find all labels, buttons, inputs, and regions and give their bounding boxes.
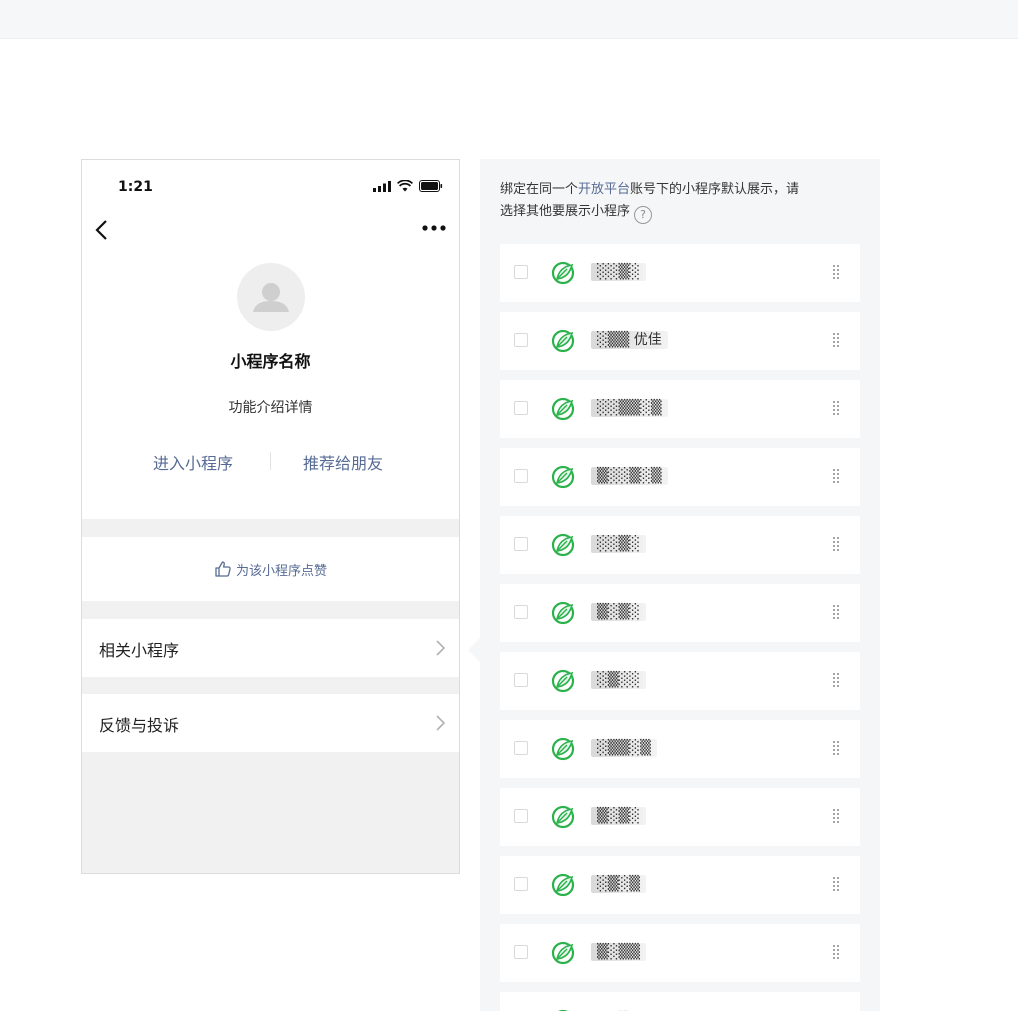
status-icons [373, 180, 443, 192]
app-leaf-icon [551, 805, 575, 829]
list-item[interactable]: ▒░▒░ [500, 788, 860, 846]
like-label: 为该小程序点赞 [235, 563, 327, 579]
app-leaf-icon [551, 873, 575, 897]
back-icon[interactable] [92, 218, 112, 242]
item-checkbox[interactable] [514, 469, 528, 483]
list-item[interactable]: ░▒▒░▒ [500, 720, 860, 778]
enter-mini-program-link[interactable]: 进入小程序 [153, 450, 233, 474]
app-leaf-icon [551, 261, 575, 285]
phone-preview: 1:21 小程序名称 功能介绍详情 进入小程序 推荐给朋友 为该小程序点赞 相关… [81, 159, 460, 874]
list-item[interactable]: ░░▒░ [500, 244, 860, 302]
mini-program-list: ░░▒░ ░▒▒ 优佳 ░░▒▒░▒ ▒░░▒░▒ ░░▒░ ▒░▒░ ░▒░░… [500, 244, 860, 1011]
signal-icon [373, 180, 391, 192]
top-bar [0, 0, 1018, 39]
item-checkbox[interactable] [514, 809, 528, 823]
avatar-icon [253, 283, 289, 312]
list-item[interactable]: ░▒░▒ [500, 856, 860, 914]
item-name: ░▒▒░▒ [591, 739, 657, 757]
item-checkbox[interactable] [514, 877, 528, 891]
drag-handle-icon[interactable] [832, 672, 840, 690]
list-item[interactable]: ▒░░▒░▒ [500, 448, 860, 506]
chevron-right-icon [436, 640, 445, 656]
related-mini-programs-row[interactable]: 相关小程序 [82, 619, 459, 677]
status-time: 1:21 [118, 179, 153, 195]
list-item[interactable]: ░▒▒ 优佳 [500, 312, 860, 370]
item-name: ▒░▒▒ [591, 943, 647, 961]
item-name: ░░▒░ [591, 263, 647, 281]
panel-notice: 绑定在同一个开放平台账号下的小程序默认展示，请 选择其他要展示小程序? [500, 179, 860, 224]
app-leaf-icon [551, 601, 575, 625]
item-checkbox[interactable] [514, 673, 528, 687]
wifi-icon [397, 180, 413, 192]
help-icon[interactable]: ? [634, 206, 653, 224]
chevron-right-icon [436, 715, 445, 731]
item-name: ░▒░░ [591, 671, 647, 689]
avatar [237, 263, 305, 331]
app-leaf-icon [551, 669, 575, 693]
thumb-up-icon [215, 561, 231, 577]
mini-program-name: 小程序名称 [230, 352, 311, 371]
app-leaf-icon [551, 329, 575, 353]
app-leaf-icon [551, 737, 575, 761]
notice-prefix: 绑定在同一个 [500, 182, 579, 197]
drag-handle-icon[interactable] [832, 604, 840, 622]
drag-handle-icon[interactable] [832, 332, 840, 350]
app-leaf-icon [551, 397, 575, 421]
item-name: ░░▒▒░▒ [591, 399, 668, 417]
battery-icon [419, 180, 443, 192]
list-item[interactable]: ░░▒░ [500, 516, 860, 574]
item-checkbox[interactable] [514, 401, 528, 415]
drag-handle-icon[interactable] [832, 536, 840, 554]
item-checkbox[interactable] [514, 605, 528, 619]
feedback-label: 反馈与投诉 [99, 716, 180, 735]
drag-handle-icon[interactable] [832, 400, 840, 418]
related-programs-panel: 绑定在同一个开放平台账号下的小程序默认展示，请 选择其他要展示小程序? ░░▒░… [480, 159, 880, 1011]
profile-card: 1:21 小程序名称 功能介绍详情 进入小程序 推荐给朋友 [82, 160, 459, 519]
item-checkbox[interactable] [514, 265, 528, 279]
item-checkbox[interactable] [514, 945, 528, 959]
feedback-complaint-row[interactable]: 反馈与投诉 [82, 694, 459, 752]
mini-program-description: 功能介绍详情 [228, 400, 313, 416]
notice-middle: 账号下的小程序默认展示，请 [630, 182, 800, 197]
item-name: ▒░▒░ [591, 603, 647, 621]
recommend-to-friend-link[interactable]: 推荐给朋友 [303, 450, 383, 474]
list-item[interactable]: ░▒░░ [500, 652, 860, 710]
more-icon[interactable] [421, 220, 447, 236]
app-leaf-icon [551, 465, 575, 489]
notice-line2: 选择其他要展示小程序 [500, 204, 631, 219]
drag-handle-icon[interactable] [832, 468, 840, 486]
item-checkbox[interactable] [514, 741, 528, 755]
drag-handle-icon[interactable] [832, 264, 840, 282]
drag-handle-icon[interactable] [832, 876, 840, 894]
item-name: ▒░░▒░▒ [591, 467, 668, 485]
like-button[interactable]: 为该小程序点赞 [82, 537, 459, 601]
panel-pointer-arrow [468, 638, 480, 662]
action-divider [270, 452, 271, 470]
list-item[interactable]: ░░▒ [500, 992, 860, 1011]
item-name: ░▒▒ 优佳 [591, 331, 668, 349]
notice-accent[interactable]: 开放平台 [578, 182, 630, 197]
list-item[interactable]: ▒░▒▒ [500, 924, 860, 982]
drag-handle-icon[interactable] [832, 740, 840, 758]
drag-handle-icon[interactable] [832, 808, 840, 826]
drag-handle-icon[interactable] [832, 944, 840, 962]
item-name: ▒░▒░ [591, 807, 647, 825]
item-checkbox[interactable] [514, 537, 528, 551]
item-checkbox[interactable] [514, 333, 528, 347]
list-item[interactable]: ░░▒▒░▒ [500, 380, 860, 438]
list-item[interactable]: ▒░▒░ [500, 584, 860, 642]
item-name: ░▒░▒ [591, 875, 647, 893]
app-leaf-icon [551, 533, 575, 557]
item-name: ░░▒░ [591, 535, 647, 553]
app-leaf-icon [551, 941, 575, 965]
related-label: 相关小程序 [99, 641, 180, 660]
